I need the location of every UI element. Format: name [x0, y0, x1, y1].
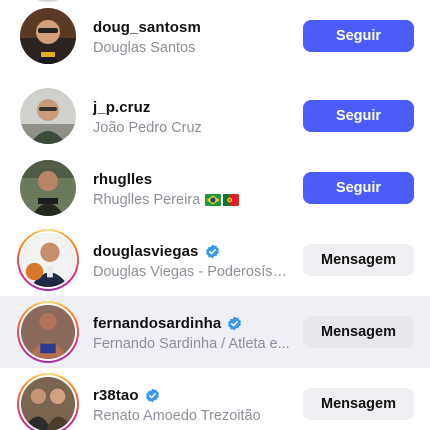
avatar-story-ring[interactable] — [17, 301, 79, 363]
full-name: João Pedro Cruz — [93, 120, 202, 136]
username[interactable]: r38tao — [93, 387, 139, 404]
full-name: Douglas Viegas - Poderosíssi... — [93, 264, 293, 280]
avatar-story-ring[interactable] — [17, 229, 79, 291]
username[interactable]: douglasviegas — [93, 243, 199, 260]
verified-badge-icon — [145, 388, 160, 403]
message-button[interactable]: Mensagem — [303, 316, 414, 348]
profile-photo-icon — [21, 305, 75, 359]
full-name-text: Rhuglles Pereira — [93, 192, 201, 208]
list-item[interactable]: rhuglles Rhuglles Pereira Seguir — [0, 152, 430, 224]
avatar[interactable] — [20, 160, 76, 216]
account-list: doug_santosm Douglas Santos Seguir j_p.c… — [0, 0, 430, 430]
username[interactable]: fernandosardinha — [93, 315, 221, 332]
follow-button[interactable]: Seguir — [303, 172, 414, 204]
verified-badge-icon — [227, 316, 242, 331]
avatar-story-ring[interactable] — [17, 373, 79, 430]
full-name: Douglas Santos — [93, 40, 196, 56]
follow-button[interactable]: Seguir — [303, 100, 414, 132]
profile-photo-icon — [20, 160, 76, 216]
list-item[interactable]: fernandosardinha Fernando Sardinha / Atl… — [0, 296, 430, 368]
username[interactable]: doug_santosm — [93, 19, 201, 36]
username[interactable]: j_p.cruz — [93, 99, 150, 116]
full-name: Rhuglles Pereira — [93, 192, 293, 208]
profile-photo-icon — [21, 377, 75, 430]
follow-button[interactable]: Seguir — [303, 20, 414, 52]
verified-badge-icon — [205, 244, 220, 259]
profile-photo-icon — [21, 233, 75, 287]
avatar[interactable] — [20, 8, 76, 64]
profile-photo-icon — [20, 8, 76, 64]
avatar[interactable] — [20, 88, 76, 144]
username[interactable]: rhuglles — [93, 171, 152, 188]
list-item[interactable]: doug_santosm Douglas Santos Seguir — [0, 0, 430, 72]
list-item[interactable]: douglasviegas Douglas Viegas - Poderosís… — [0, 224, 430, 296]
full-name: Fernando Sardinha / Atleta e... — [93, 336, 290, 352]
portugal-flag-icon — [223, 194, 240, 206]
list-item[interactable]: r38tao Renato Amoedo Trezoitão Mensagem — [0, 368, 430, 430]
message-button[interactable]: Mensagem — [303, 388, 414, 420]
message-button[interactable]: Mensagem — [303, 244, 414, 276]
full-name: Renato Amoedo Trezoitão — [93, 408, 261, 424]
list-item[interactable]: j_p.cruz João Pedro Cruz Seguir — [0, 80, 430, 152]
profile-photo-icon — [20, 88, 76, 144]
brazil-flag-icon — [205, 194, 222, 206]
